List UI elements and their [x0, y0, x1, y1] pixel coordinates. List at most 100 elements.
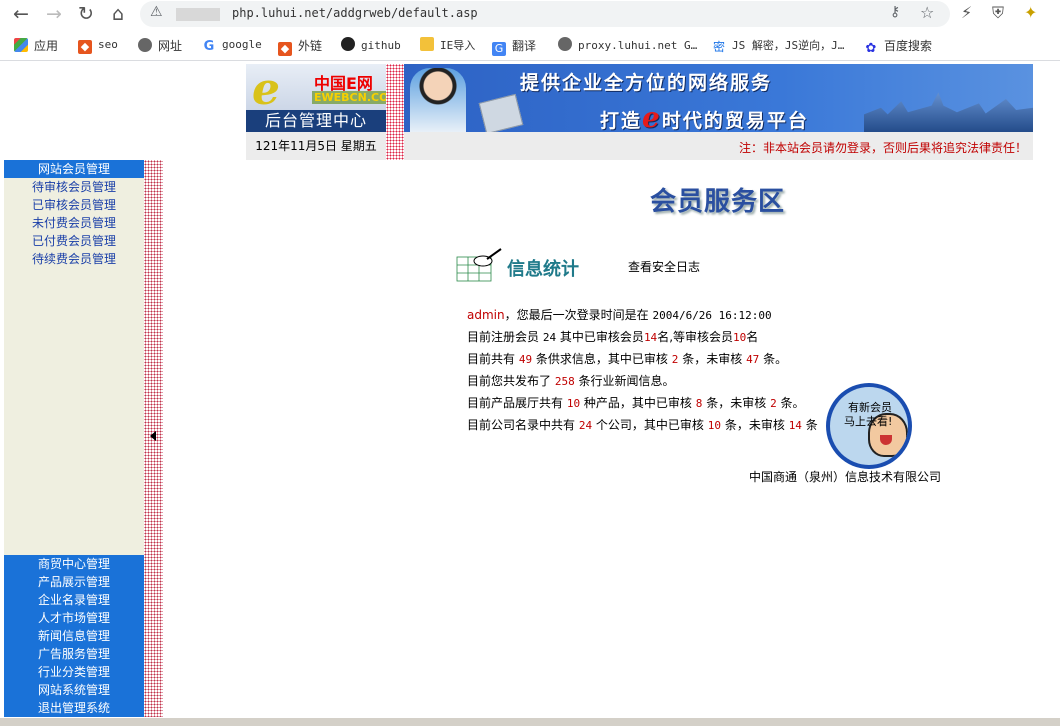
sidebar-item-system[interactable]: 网站系统管理 — [4, 681, 144, 699]
bookmark-github[interactable]: github — [341, 37, 401, 52]
bookmark-links[interactable]: ◆ 外链 — [278, 37, 322, 56]
news-total: 258 — [554, 375, 575, 388]
line-text: 条供求信息，其中已审核 — [535, 352, 668, 366]
logo-e-mark: e — [252, 64, 280, 115]
sidebar-item-paid-members[interactable]: 已付费会员管理 — [4, 232, 144, 250]
badge-inner: 有新会员 马上去看! — [830, 387, 908, 465]
bookmark-seo[interactable]: ◆ seo — [78, 37, 118, 54]
bookmark-proxy[interactable]: proxy.luhui.net G… — [558, 37, 697, 52]
banner-divider — [386, 64, 404, 160]
sidebar-item-unpaid-members[interactable]: 未付费会员管理 — [4, 214, 144, 232]
google-icon: G — [203, 39, 215, 54]
bookmark-label: 百度搜索 — [884, 39, 933, 53]
bookmark-site[interactable]: 网址 — [138, 37, 182, 54]
extension-icon[interactable]: ⚡ — [961, 3, 972, 22]
bookmark-baidu[interactable]: ✿ 百度搜索 — [864, 37, 932, 56]
supply-line: 目前共有 49 条供求信息，其中已审核 2 条，未审核 47 条。 — [467, 350, 818, 372]
translate-icon: G — [492, 42, 506, 56]
sidebar-item-logout[interactable]: 退出管理系统 — [4, 699, 144, 717]
home-icon[interactable]: ⌂ — [106, 2, 130, 26]
line-text: 名,等审核会员 — [657, 330, 734, 344]
collapse-sidebar-icon[interactable] — [150, 431, 156, 441]
members-pending: 10 — [733, 331, 747, 344]
bookmark-apps[interactable]: 应用 — [14, 37, 58, 54]
bookmark-label: seo — [98, 38, 118, 51]
companies-line: 目前公司名录中共有 24 个公司，其中已审核 10 条，未审核 14 条 — [467, 416, 818, 438]
sidebar-item-products[interactable]: 产品展示管理 — [4, 573, 144, 591]
sidebar-item-categories[interactable]: 行业分类管理 — [4, 663, 144, 681]
products-pending: 2 — [770, 397, 777, 410]
sidebar-item-company-directory[interactable]: 企业名录管理 — [4, 591, 144, 609]
last-login-time: 2004/6/26 16:12:00 — [652, 309, 772, 322]
city-skyline — [864, 92, 1033, 132]
sidebar-item-talent-market[interactable]: 人才市场管理 — [4, 609, 144, 627]
slogan-text: 时代的贸易平台 — [661, 110, 809, 132]
reload-icon[interactable]: ↻ — [74, 2, 98, 26]
line-text: 个公司，其中已审核 — [595, 418, 704, 432]
slogan-text: 打造 — [600, 110, 643, 132]
last-login-line: admin，您最后一次登录时间是在 2004/6/26 16:12:00 — [467, 306, 818, 328]
bookmark-favicon: ◆ — [278, 42, 292, 56]
line-text: 名 — [746, 330, 759, 344]
companies-total: 24 — [578, 419, 593, 432]
sidebar-item-trade-center[interactable]: 商贸中心管理 — [4, 555, 144, 573]
line-text: ，您最后一次登录时间是在 — [504, 308, 649, 322]
supply-total: 49 — [518, 353, 533, 366]
address-bar[interactable]: ⚠ php.luhui.net/addgrweb/default.asp ⚷ ☆ — [140, 1, 950, 27]
sidebar-item-approved-members[interactable]: 已审核会员管理 — [4, 196, 144, 214]
sidebar-item-news[interactable]: 新闻信息管理 — [4, 627, 144, 645]
bookmark-label: JS 解密，JS逆向，J… — [732, 39, 845, 52]
bookmark-label: 翻译 — [512, 39, 537, 53]
companies-pending: 14 — [788, 419, 802, 432]
secret-icon: 密 — [712, 40, 725, 54]
sidebar-item-ads[interactable]: 广告服务管理 — [4, 645, 144, 663]
line-text: 目前公司名录中共有 — [467, 418, 576, 432]
bookmark-label: 外链 — [298, 39, 323, 53]
bookmark-star-icon[interactable]: ☆ — [920, 3, 934, 22]
baidu-paw-icon: ✿ — [865, 41, 877, 56]
url-text[interactable]: php.luhui.net/addgrweb/default.asp — [232, 6, 478, 20]
bookmark-ie-import[interactable]: IE导入 — [420, 37, 475, 53]
members-line: 目前注册会员 24 其中已审核会员14名,等审核会员10名 — [467, 328, 818, 350]
bookmark-translate[interactable]: G 翻译 — [492, 37, 536, 56]
logo-title: 后台管理中心 — [246, 110, 386, 132]
apps-icon — [14, 38, 28, 52]
sidebar-item-renewal-members[interactable]: 待续费会员管理 — [4, 250, 144, 268]
slogan-e-mark: e — [642, 101, 662, 132]
blurred-host — [176, 8, 220, 21]
page-title: 会员服务区 — [650, 187, 786, 217]
back-icon[interactable]: ← — [9, 2, 33, 26]
line-text: 种产品，其中已审核 — [583, 396, 692, 410]
folder-icon — [420, 37, 434, 51]
forward-icon[interactable]: → — [42, 2, 66, 26]
supply-pending: 47 — [746, 353, 760, 366]
news-line: 目前您共发布了 258 条行业新闻信息。 — [467, 372, 818, 394]
line-text: 目前共有 — [467, 352, 516, 366]
notice-bar: 注：非本站会员请勿登录，否则后果将追究法律责任！ — [404, 132, 1033, 160]
security-log-link[interactable]: 查看安全日志 — [628, 258, 700, 275]
bookmark-label: proxy.luhui.net G… — [578, 39, 698, 52]
globe-icon — [558, 37, 572, 51]
line-text: 条。 — [780, 396, 805, 410]
warning-icon[interactable]: ⚠ — [150, 4, 163, 20]
line-text: 条，未审核 — [682, 352, 743, 366]
bookmark-label: 应用 — [34, 39, 59, 53]
key-icon[interactable]: ⚷ — [890, 4, 900, 20]
github-icon — [341, 37, 355, 51]
members-approved: 14 — [643, 331, 658, 344]
date-display: 121年11月5日 星期五 — [246, 132, 386, 160]
line-text: 条。 — [763, 352, 788, 366]
sidebar-item-pending-members[interactable]: 待审核会员管理 — [4, 178, 144, 196]
shield-extension-icon[interactable]: ⛨ — [992, 3, 1004, 23]
products-approved: 8 — [695, 397, 703, 410]
bookmark-label: IE导入 — [440, 39, 476, 52]
companies-approved: 10 — [707, 419, 722, 432]
bookmark-js-decrypt[interactable]: 密 JS 解密，JS逆向，J… — [712, 37, 844, 54]
extension-icon-2[interactable]: ✦ — [1024, 3, 1037, 22]
badge-line2: 马上去看! — [844, 415, 893, 428]
bookmark-google[interactable]: Ggoogle — [202, 37, 262, 54]
new-member-badge[interactable]: 有新会员 马上去看! — [826, 383, 912, 469]
statistics-icon — [456, 248, 502, 282]
sidebar-header-members[interactable]: 网站会员管理 — [4, 160, 144, 178]
admin-name: admin — [467, 308, 505, 322]
